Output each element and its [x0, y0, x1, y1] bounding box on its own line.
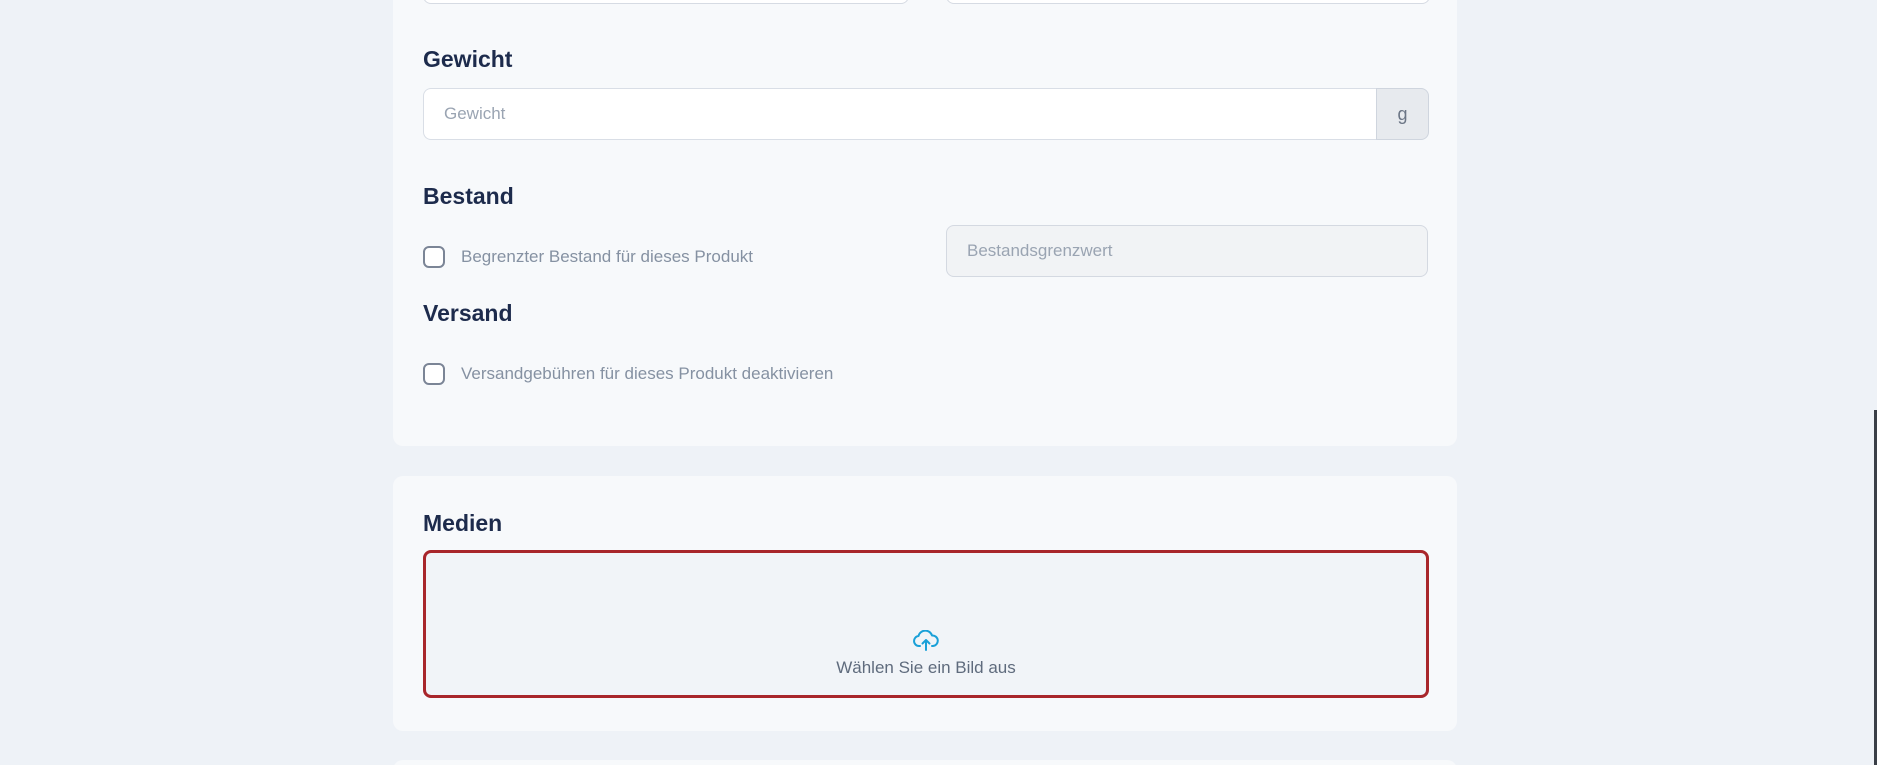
weight-unit-addon: g	[1376, 88, 1429, 140]
stock-heading: Bestand	[423, 183, 514, 209]
disable-shipping-fees-checkbox[interactable]	[423, 363, 445, 385]
stock-threshold-input[interactable]	[946, 225, 1428, 277]
weight-input-group: g	[423, 88, 1429, 140]
weight-heading: Gewicht	[423, 46, 513, 72]
previous-field-right[interactable]	[946, 0, 1430, 4]
cloud-upload-icon	[913, 630, 939, 651]
limited-stock-checkbox[interactable]	[423, 246, 445, 268]
disable-shipping-fees-label: Versandgebühren für dieses Produkt deakt…	[461, 364, 834, 383]
weight-input[interactable]	[423, 88, 1376, 140]
limited-stock-label: Begrenzter Bestand für dieses Produkt	[461, 247, 753, 266]
upload-label: Wählen Sie ein Bild aus	[836, 658, 1016, 677]
shipping-heading: Versand	[423, 300, 513, 326]
limited-stock-checkbox-row[interactable]: Begrenzter Bestand für dieses Produkt	[423, 246, 753, 268]
previous-field-left[interactable]	[423, 0, 909, 4]
image-upload-dropzone[interactable]: Wählen Sie ein Bild aus	[423, 550, 1429, 698]
next-card	[393, 760, 1457, 765]
disable-shipping-fees-row[interactable]: Versandgebühren für dieses Produkt deakt…	[423, 363, 833, 385]
media-heading: Medien	[423, 510, 503, 536]
